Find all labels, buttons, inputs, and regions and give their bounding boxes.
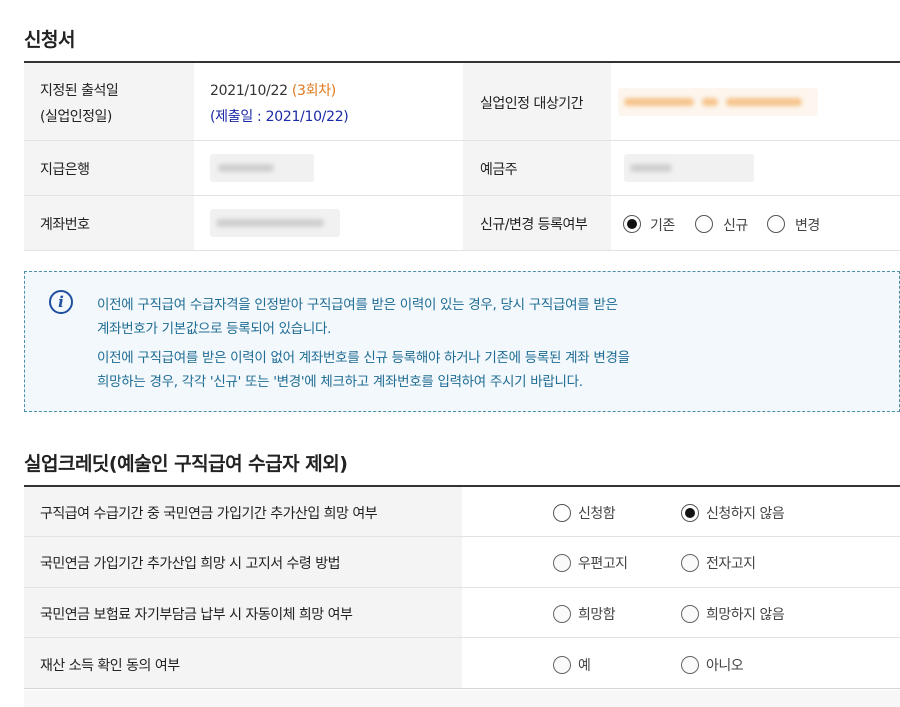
round-badge: (3회차): [291, 83, 336, 99]
radio-new-label[interactable]: 신규: [723, 215, 748, 235]
radio-wish[interactable]: [553, 605, 571, 623]
target-period-label: 실업인정 대상기간: [480, 96, 584, 112]
table-bottom-rule: [24, 688, 900, 689]
radio-not-apply-label[interactable]: 신청하지 않음: [706, 503, 785, 523]
registration-type-label: 신규/변경 등록여부: [480, 217, 588, 233]
credit-row-label: 구직급여 수급기간 중 국민연금 가입기간 추가산입 희망 여부: [40, 506, 378, 522]
account-number-value-redacted: [210, 209, 340, 237]
target-period-value-redacted: [618, 88, 818, 116]
attendance-date-label: 지정된 출석일: [40, 83, 119, 99]
info-icon: i: [49, 290, 73, 314]
radio-no-wish-label[interactable]: 희망하지 않음: [706, 604, 785, 624]
radio-wish-label[interactable]: 희망함: [578, 604, 616, 624]
radio-change[interactable]: [767, 215, 785, 233]
credit-row-label: 재산 소득 확인 동의 여부: [40, 658, 180, 674]
radio-no-wish[interactable]: [681, 605, 699, 623]
radio-apply[interactable]: [553, 504, 571, 522]
radio-apply-label[interactable]: 신청함: [578, 503, 616, 523]
credit-row-label: 국민연금 가입기간 추가산입 희망 시 고지서 수령 방법: [40, 556, 341, 572]
section-title-application: 신청서: [24, 29, 75, 51]
radio-no-label[interactable]: 아니오: [706, 655, 744, 675]
radio-postal-notice-label[interactable]: 우편고지: [578, 553, 628, 573]
notice-line-2: 계좌번호가 기본값으로 등록되어 있습니다.: [97, 321, 332, 337]
bank-value-redacted: [210, 154, 314, 182]
recognition-date-label: (실업인정일): [40, 109, 112, 125]
credit-row-label: 국민연금 보험료 자기부담금 납부 시 자동이체 희망 여부: [40, 607, 353, 623]
radio-yes[interactable]: [553, 656, 571, 674]
radio-electronic-notice-label[interactable]: 전자고지: [706, 553, 756, 573]
account-holder-label: 예금주: [480, 162, 518, 178]
radio-yes-label[interactable]: 예: [578, 655, 591, 675]
radio-postal-notice[interactable]: [553, 554, 571, 572]
label-cell: [24, 63, 194, 140]
submission-date: (제출일 : 2021/10/22): [210, 109, 349, 125]
notice-line-1: 이전에 구직급여 수급자격을 인정받아 구직급여를 받은 이력이 있는 경우, …: [97, 297, 618, 313]
account-number-label: 계좌번호: [40, 217, 90, 233]
attendance-date-value: 2021/10/22: [210, 83, 288, 99]
radio-existing-label[interactable]: 기존: [650, 215, 675, 235]
section-title-credit: 실업크레딧(예술인 구직급여 수급자 제외): [24, 453, 348, 475]
notice-line-4: 희망하는 경우, 각각 '신규' 또는 '변경'에 체크하고 계좌번호를 입력하…: [97, 374, 583, 390]
radio-existing[interactable]: [623, 215, 641, 233]
radio-not-apply[interactable]: [681, 504, 699, 522]
notice-line-3: 이전에 구직급여를 받은 이력이 없어 계좌번호를 신규 등록해야 하거나 기존…: [97, 350, 630, 366]
account-holder-value-redacted: [624, 154, 754, 182]
radio-electronic-notice[interactable]: [681, 554, 699, 572]
radio-change-label[interactable]: 변경: [795, 215, 820, 235]
bank-label: 지급은행: [40, 162, 90, 178]
radio-no[interactable]: [681, 656, 699, 674]
radio-new[interactable]: [695, 215, 713, 233]
table-next-row: [24, 690, 900, 707]
row-divider: [24, 250, 900, 251]
